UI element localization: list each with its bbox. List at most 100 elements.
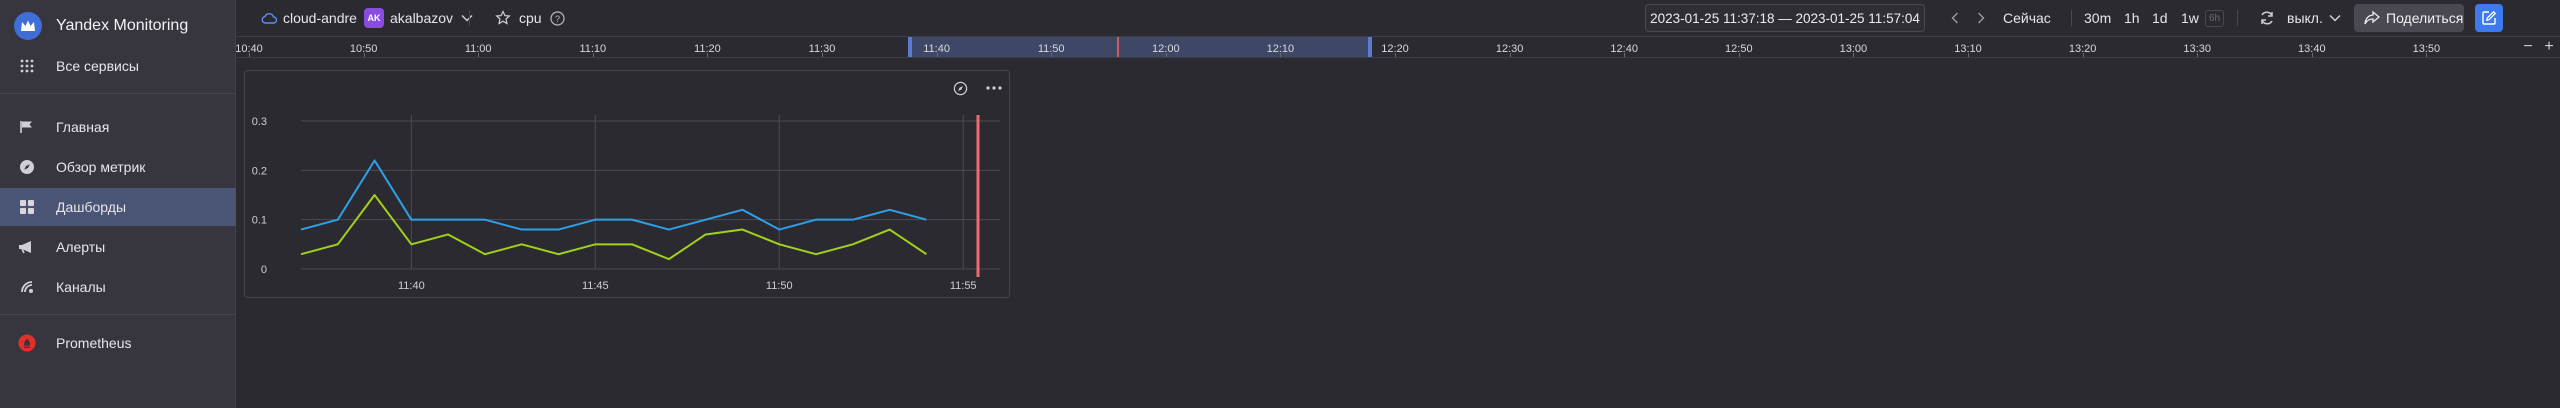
breadcrumb-cloud[interactable]: cloud-andre	[261, 0, 357, 36]
yandex-monitoring-logo-icon	[14, 12, 42, 40]
sidebar-item-metrics-overview[interactable]: Обзор метрик	[0, 148, 236, 186]
chevron-left-icon	[1951, 12, 1959, 24]
sidebar-item-label: Каналы	[56, 279, 106, 295]
chevron-right-icon	[1977, 12, 1985, 24]
timeline-tick-mark	[1624, 53, 1626, 57]
timeline-tick-mark	[2197, 53, 2199, 57]
timeline-selection[interactable]	[908, 37, 1372, 57]
sidebar-item-label: Prometheus	[56, 335, 132, 351]
zoom-in-button[interactable]: +	[2540, 37, 2558, 57]
flag-icon	[18, 118, 36, 136]
timeline-tick-mark	[2426, 53, 2428, 57]
timeline-tick-mark	[1509, 53, 1511, 57]
channel-icon	[18, 278, 36, 296]
zoom-out-button[interactable]: −	[2519, 37, 2537, 57]
divider	[2071, 10, 2072, 26]
svg-text:?: ?	[555, 14, 560, 24]
timeline-tick-mark	[363, 53, 365, 57]
next-range-button[interactable]	[1977, 0, 1985, 36]
prev-range-button[interactable]	[1951, 0, 1959, 36]
preset-30m-button[interactable]: 30m	[2084, 0, 2111, 36]
preset-1h-button[interactable]: 1h	[2124, 0, 2140, 36]
sidebar-item-dashboards[interactable]: Дашборды	[0, 188, 236, 226]
sidebar-item-label: Обзор метрик	[56, 159, 146, 175]
sidebar: Yandex Monitoring Все сервисы Главная Об…	[0, 0, 236, 408]
app-title: Yandex Monitoring	[56, 17, 189, 34]
top-bar: cloud-andre AK akalbazov cpu ? 2023-01-2…	[237, 0, 2560, 36]
timeline-tick-mark	[1853, 53, 1855, 57]
sidebar-item-label: Все сервисы	[56, 58, 139, 74]
folder-name: akalbazov	[390, 10, 454, 26]
x-tick-label: 11:55	[950, 280, 977, 292]
preset-6h-label: 6h	[2205, 9, 2225, 27]
timeline-tick-mark	[2311, 53, 2313, 57]
share-button[interactable]: Поделиться	[2354, 4, 2464, 32]
timeline-tick-mark	[1738, 53, 1740, 57]
cloud-name: cloud-andre	[283, 10, 357, 26]
favorite-star-icon[interactable]	[495, 0, 511, 36]
share-label: Поделиться	[2386, 10, 2464, 26]
selection-right-handle[interactable]	[1368, 37, 1372, 57]
chevron-down-icon	[461, 14, 473, 22]
timeline-tick-mark	[1395, 53, 1396, 57]
timeline-tick-mark	[707, 53, 709, 57]
timeline-scale[interactable]: 10:40 10:50 11:00 11:10 11:20 11:30 11:40 11:50…	[235, 36, 2560, 58]
auto-refresh-value: выкл.	[2287, 10, 2323, 26]
timeline-tick-mark	[1165, 53, 1167, 57]
time-range-input[interactable]: 2023-01-25 11:37:18 — 2023-01-25 11:57:0…	[1645, 4, 1925, 32]
folder-avatar: AK	[364, 8, 384, 28]
sidebar-item-alerts[interactable]: Алерты	[0, 228, 236, 266]
x-tick-label: 11:50	[766, 280, 793, 292]
timeline-tick-mark	[2082, 53, 2084, 57]
sidebar-item-label: Главная	[56, 119, 110, 135]
timeline-tick-mark	[822, 53, 823, 57]
now-marker	[1117, 37, 1119, 57]
sidebar-item-prometheus[interactable]: Prometheus	[0, 324, 236, 362]
timeline-tick-mark	[1968, 53, 1969, 57]
megaphone-icon	[18, 238, 36, 256]
timeline-tick-mark	[478, 53, 480, 57]
divider	[469, 10, 470, 26]
cloud-icon	[261, 12, 277, 24]
refresh-icon[interactable]	[2259, 0, 2275, 36]
preset-1d-button[interactable]: 1d	[2152, 0, 2168, 36]
sidebar-item-all-services[interactable]: Все сервисы	[0, 47, 236, 85]
preset-6h-button[interactable]: 6h	[2205, 0, 2225, 36]
line-chart[interactable]: 0 0.1 0.2 0.3 11:40 11:45 11:50 11:55	[245, 71, 1011, 299]
dashboard-name: cpu	[519, 10, 542, 26]
timeline-tick-mark	[1051, 53, 1053, 57]
timeline-tick-mark	[249, 53, 250, 57]
y-tick-label: 0.3	[252, 116, 267, 128]
sidebar-item-home[interactable]: Главная	[0, 108, 236, 146]
sidebar-item-channels[interactable]: Каналы	[0, 268, 236, 306]
sidebar-divider	[0, 93, 236, 94]
prometheus-icon	[18, 334, 36, 352]
preset-1w-button[interactable]: 1w	[2181, 0, 2199, 36]
timeline-tick-mark	[592, 53, 594, 57]
sidebar-item-label: Дашборды	[56, 199, 126, 215]
chevron-down-icon	[2329, 14, 2341, 22]
grid-dots-icon	[18, 57, 36, 75]
dashboard-grid-icon	[18, 198, 36, 216]
auto-refresh-select[interactable]: выкл.	[2287, 0, 2341, 36]
timeline-tick-mark	[936, 53, 938, 57]
timeline-tick-mark	[1280, 53, 1282, 57]
help-icon[interactable]: ?	[550, 0, 565, 36]
share-icon	[2364, 11, 2380, 25]
selection-left-handle[interactable]	[908, 37, 912, 57]
edit-button[interactable]	[2475, 4, 2503, 32]
x-tick-label: 11:45	[582, 280, 609, 292]
now-button[interactable]: Сейчас	[2003, 0, 2051, 36]
sidebar-item-label: Алерты	[56, 239, 106, 255]
sidebar-divider	[0, 314, 236, 315]
y-tick-label: 0.1	[252, 215, 267, 227]
compass-icon	[18, 158, 36, 176]
logo-row[interactable]: Yandex Monitoring	[0, 8, 236, 44]
y-tick-label: 0	[261, 264, 267, 276]
edit-icon	[2481, 10, 2497, 26]
y-tick-label: 0.2	[252, 165, 267, 177]
breadcrumb-folder[interactable]: AK akalbazov	[364, 0, 473, 36]
x-tick-label: 11:40	[398, 280, 425, 292]
divider	[2237, 10, 2238, 26]
app-root: Yandex Monitoring Все сервисы Главная Об…	[0, 0, 2560, 408]
